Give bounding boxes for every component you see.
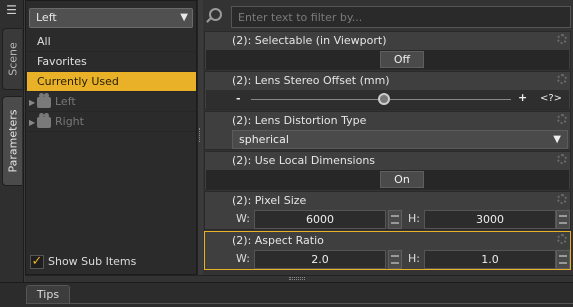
toggle-row: Off	[206, 50, 569, 69]
aspect-width-stepper[interactable]	[388, 250, 402, 269]
grip-icon	[199, 128, 201, 142]
property-title: (2): Pixel Size	[232, 194, 307, 207]
tips-bar: Tips	[0, 282, 573, 307]
horizontal-splitter[interactable]	[25, 275, 573, 282]
camera-select[interactable]: Left ▼	[29, 8, 193, 28]
property-title: (2): Aspect Ratio	[232, 234, 324, 247]
increment-button[interactable]: +	[518, 91, 527, 104]
checkbox-checked-icon[interactable]: ✓	[30, 255, 44, 269]
camera-label: Left	[55, 95, 76, 108]
tab-parameters[interactable]: Parameters	[2, 96, 22, 186]
slider-handle[interactable]	[378, 93, 390, 105]
pixel-width-field[interactable]: 6000	[254, 210, 386, 229]
filter-input[interactable]	[231, 6, 571, 28]
camera-icon	[37, 112, 51, 128]
gear-icon[interactable]	[557, 34, 567, 44]
tab-tips-label: Tips	[36, 288, 60, 301]
chevron-down-icon: ▼	[180, 12, 188, 23]
show-sub-items-toggle[interactable]: ✓ Show Sub Items	[30, 254, 136, 270]
tab-tips[interactable]: Tips	[26, 285, 70, 304]
property-title: (2): Use Local Dimensions	[232, 154, 376, 167]
grip-icon	[289, 277, 305, 280]
tab-scene[interactable]: Scene	[2, 28, 22, 90]
property-title: (2): Lens Distortion Type	[232, 114, 367, 127]
divider	[70, 303, 573, 304]
number-row: W: 2.0 H: 1.0	[232, 250, 570, 269]
show-sub-items-label: Show Sub Items	[48, 255, 137, 268]
selectable-toggle-button[interactable]: Off	[380, 51, 424, 68]
chevron-down-icon: ▼	[553, 134, 561, 145]
pixel-height-field[interactable]: 3000	[424, 210, 556, 229]
property-use-local-dimensions: (2): Use Local Dimensions On	[204, 151, 571, 190]
width-label: W:	[236, 212, 250, 225]
list-item-currently-used[interactable]: Currently Used	[27, 72, 196, 92]
local-dimensions-toggle-button[interactable]: On	[380, 171, 424, 188]
tab-parameters-label: Parameters	[6, 109, 19, 173]
height-label: H:	[408, 252, 420, 265]
filter-bar	[203, 4, 573, 28]
height-label: H:	[408, 212, 420, 225]
distortion-type-select[interactable]: spherical ▼	[232, 130, 568, 149]
property-pixel-size: (2): Pixel Size W: 6000 H: 3000	[204, 191, 571, 230]
property-aspect-ratio: (2): Aspect Ratio W: 2.0 H: 1.0	[204, 231, 571, 270]
camera-select-value: Left	[36, 11, 57, 24]
pixel-width-stepper[interactable]	[388, 210, 402, 229]
property-selectable: (2): Selectable (in Viewport) Off	[204, 31, 571, 70]
property-title: (2): Lens Stereo Offset (mm)	[232, 74, 390, 87]
list-item-camera-left[interactable]: ▶ Left	[27, 92, 196, 112]
list-item-label: Currently Used	[37, 75, 119, 88]
gear-icon[interactable]	[557, 234, 567, 244]
property-lens-stereo-offset: (2): Lens Stereo Offset (mm) - + <?>	[204, 71, 571, 110]
number-row: W: 6000 H: 3000	[232, 210, 570, 229]
gear-icon[interactable]	[557, 154, 567, 164]
slider-row: - + <?>	[206, 90, 569, 109]
node-list: All Favorites Currently Used ▶ Left ▶ Righ…	[27, 32, 196, 132]
search-icon[interactable]	[209, 8, 222, 21]
camera-icon	[37, 92, 51, 108]
gear-icon[interactable]	[557, 114, 567, 124]
list-item-camera-right[interactable]: ▶ Right	[27, 112, 196, 132]
property-lens-distortion-type: (2): Lens Distortion Type spherical ▼	[204, 111, 571, 150]
vertical-tab-strip: ☰ Scene Parameters	[0, 0, 24, 285]
property-title: (2): Selectable (in Viewport)	[232, 34, 387, 47]
list-item-all[interactable]: All	[27, 32, 196, 52]
slider-value[interactable]: <?>	[540, 93, 562, 104]
select-value: spherical	[239, 133, 289, 146]
pixel-height-stepper[interactable]	[556, 210, 570, 229]
expand-arrow-icon[interactable]: ▶	[29, 113, 37, 133]
list-item-favorites[interactable]: Favorites	[27, 52, 196, 72]
list-item-label: All	[37, 35, 51, 48]
aspect-height-field[interactable]: 1.0	[424, 250, 556, 269]
decrement-button[interactable]: -	[236, 92, 241, 105]
node-list-pane: Left ▼ All Favorites Currently Used ▶ Lef…	[25, 0, 197, 275]
gear-icon[interactable]	[557, 74, 567, 84]
gear-icon[interactable]	[557, 194, 567, 204]
tab-scene-label: Scene	[6, 42, 19, 76]
aspect-width-field[interactable]: 2.0	[254, 250, 386, 269]
vertical-splitter[interactable]	[197, 0, 202, 275]
expand-arrow-icon[interactable]: ▶	[29, 93, 37, 113]
width-label: W:	[236, 252, 250, 265]
toggle-row: On	[206, 170, 569, 189]
aspect-height-stepper[interactable]	[556, 250, 570, 269]
property-pane: (2): Selectable (in Viewport) Off (2): L…	[203, 0, 573, 275]
pane-menu-icon[interactable]: ☰	[3, 3, 20, 18]
camera-label: Right	[55, 115, 84, 128]
list-item-label: Favorites	[37, 55, 87, 68]
